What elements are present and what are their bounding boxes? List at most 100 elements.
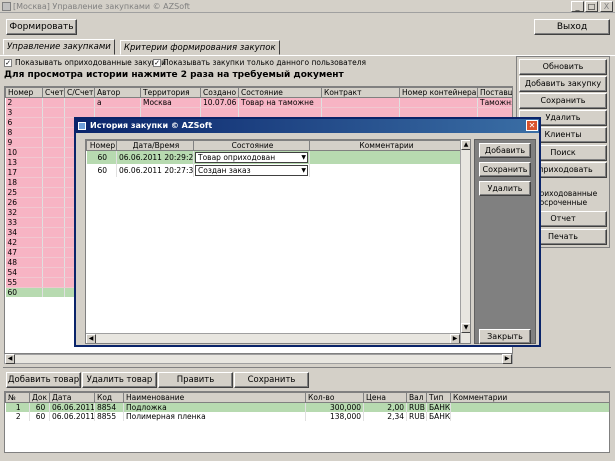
add-item-button[interactable]: Добавить товар <box>6 372 81 388</box>
item-cell: 2,34 <box>363 412 407 421</box>
history-comment[interactable] <box>309 164 462 177</box>
history-horizontal-scrollbar[interactable]: ◀ ▶ <box>86 333 460 343</box>
table-cell <box>42 157 65 168</box>
column-header[interactable]: Наименование <box>123 392 306 403</box>
refresh-button[interactable]: Обновить <box>519 59 607 75</box>
column-header[interactable]: Цена <box>363 392 407 403</box>
column-header[interactable]: Состояние <box>193 140 310 151</box>
history-delete-button[interactable]: Удалить <box>479 181 531 196</box>
item-cell: 60 <box>29 412 50 421</box>
table-cell <box>42 97 65 108</box>
history-scroll-right-icon[interactable]: ▶ <box>450 334 460 343</box>
chevron-down-icon[interactable]: ▼ <box>301 153 306 162</box>
table-cell: 13 <box>5 157 43 168</box>
history-row[interactable]: 60 06.06.2011 20:27:37 Создан заказ ▼ <box>86 164 462 177</box>
tab-purchase-management[interactable]: Управление закупками <box>3 39 115 55</box>
scroll-left-icon[interactable]: ◀ <box>5 354 15 364</box>
column-header[interactable]: Кол-во <box>305 392 364 403</box>
column-header[interactable]: Код <box>94 392 124 403</box>
column-header[interactable]: Счет <box>42 87 65 98</box>
table-cell: 54 <box>5 267 43 278</box>
table-cell <box>42 247 65 258</box>
state-select[interactable]: Создан заказ ▼ <box>195 165 308 176</box>
column-header[interactable]: Поставщ <box>477 87 512 98</box>
items-table[interactable]: № Док Дата Код Наименование Кол-во Цена Вал Тип К… <box>4 391 610 453</box>
form-button[interactable]: Формировать <box>6 19 77 35</box>
dialog-close-icon[interactable]: ✕ <box>526 120 538 131</box>
column-header[interactable]: № <box>5 392 30 403</box>
column-header[interactable]: Тип <box>426 392 451 403</box>
table-cell: 10.07.06 <box>200 97 239 108</box>
column-header[interactable]: Контракт <box>321 87 400 98</box>
column-header[interactable]: Дата/Время <box>116 140 194 151</box>
maximize-button[interactable]: □ <box>585 1 598 12</box>
state-select-value: Товар оприходован <box>198 153 276 162</box>
chevron-down-icon[interactable]: ▼ <box>301 166 306 175</box>
add-purchase-button[interactable]: Добавить закупку <box>519 76 607 92</box>
history-table[interactable]: Номер Дата/Время Состояние Комментарии 60 06… <box>85 139 471 344</box>
history-save-button[interactable]: Сохранить <box>479 162 531 177</box>
scroll-right-icon[interactable]: ▶ <box>502 354 512 364</box>
column-header[interactable]: Территория <box>140 87 201 98</box>
exit-button[interactable]: Выход <box>534 19 610 35</box>
history-scroll-left-icon[interactable]: ◀ <box>86 334 96 343</box>
table-cell: 6 <box>5 117 43 128</box>
tab-purchase-criteria[interactable]: Критерии формирования закупок <box>120 40 280 55</box>
table-cell <box>42 207 65 218</box>
history-add-button[interactable]: Добавить <box>479 143 531 158</box>
column-header[interactable]: Состояние <box>238 87 322 98</box>
table-cell <box>321 97 400 108</box>
table-cell <box>42 197 65 208</box>
table-cell: 9 <box>5 137 43 148</box>
minimize-button[interactable]: _ <box>571 1 584 12</box>
received-overdue-options[interactable]: ты оприходованные просроченные <box>530 180 608 207</box>
item-row[interactable]: 1 60 06.06.2011 8854 Подложка 300,000 2,00 RUB Б… <box>5 402 609 412</box>
table-cell <box>42 107 65 118</box>
column-header[interactable]: Дата <box>49 392 95 403</box>
item-row[interactable]: 2 60 06.06.2011 8855 Полимерная пленка 138,00… <box>5 412 609 421</box>
history-comment[interactable] <box>309 150 462 164</box>
column-header[interactable]: Автор <box>94 87 141 98</box>
table-row[interactable]: 2 а Москва 10.07.06 Товар на таможне Таможня <box>5 97 512 108</box>
save-purchase-button[interactable]: Сохранить <box>519 93 607 109</box>
state-select-value: Создан заказ <box>198 166 251 175</box>
table-cell <box>42 277 65 288</box>
table-row[interactable]: 3 <box>5 107 512 118</box>
item-cell: 06.06.2011 <box>49 412 95 421</box>
table-cell: 26 <box>5 197 43 208</box>
delete-item-button[interactable]: Удалить товар <box>82 372 157 388</box>
history-datetime: 06.06.2011 20:27:37 <box>116 164 194 177</box>
table-cell <box>42 127 65 138</box>
scroll-up-icon[interactable]: ▲ <box>461 140 470 150</box>
column-header[interactable]: Комментарии <box>450 392 609 403</box>
edit-item-button[interactable]: Править <box>158 372 233 388</box>
state-select[interactable]: Товар оприходован ▼ <box>195 152 308 163</box>
column-header[interactable]: Номер <box>5 87 43 98</box>
table-cell: 8 <box>5 127 43 138</box>
column-header[interactable]: Комментарии <box>309 140 462 151</box>
scroll-down-icon[interactable]: ▼ <box>461 323 470 333</box>
column-header[interactable]: С/Счет <box>64 87 95 98</box>
dialog-titlebar: История закупки © AZSoft <box>76 119 539 133</box>
item-cell: RUB <box>406 412 427 421</box>
column-header[interactable]: Номер контейнера <box>399 87 478 98</box>
item-cell: 8854 <box>94 402 124 412</box>
table-cell <box>64 97 95 108</box>
history-close-button[interactable]: Закрыть <box>479 329 531 344</box>
table-cell <box>42 137 65 148</box>
main-horizontal-scrollbar[interactable]: ◀ ▶ <box>4 354 513 364</box>
save-items-button[interactable]: Сохранить <box>234 372 309 388</box>
column-header[interactable]: Док <box>29 392 50 403</box>
dialog-app-icon <box>78 122 86 130</box>
table-cell <box>238 107 322 118</box>
show-received-checkbox[interactable]: ✓ <box>4 59 12 67</box>
table-cell <box>399 97 478 108</box>
column-header[interactable]: Создано <box>200 87 239 98</box>
column-header[interactable]: Вал <box>406 392 427 403</box>
table-cell: 42 <box>5 237 43 248</box>
history-row[interactable]: 60 06.06.2011 20:29:28 Товар оприходован ▼ <box>86 150 462 164</box>
column-header[interactable]: Номер <box>86 140 117 151</box>
show-user-only-checkbox[interactable]: ✓ <box>153 59 161 67</box>
history-vertical-scrollbar[interactable]: ▲ ▼ <box>460 140 470 343</box>
close-button[interactable]: X <box>600 1 613 12</box>
